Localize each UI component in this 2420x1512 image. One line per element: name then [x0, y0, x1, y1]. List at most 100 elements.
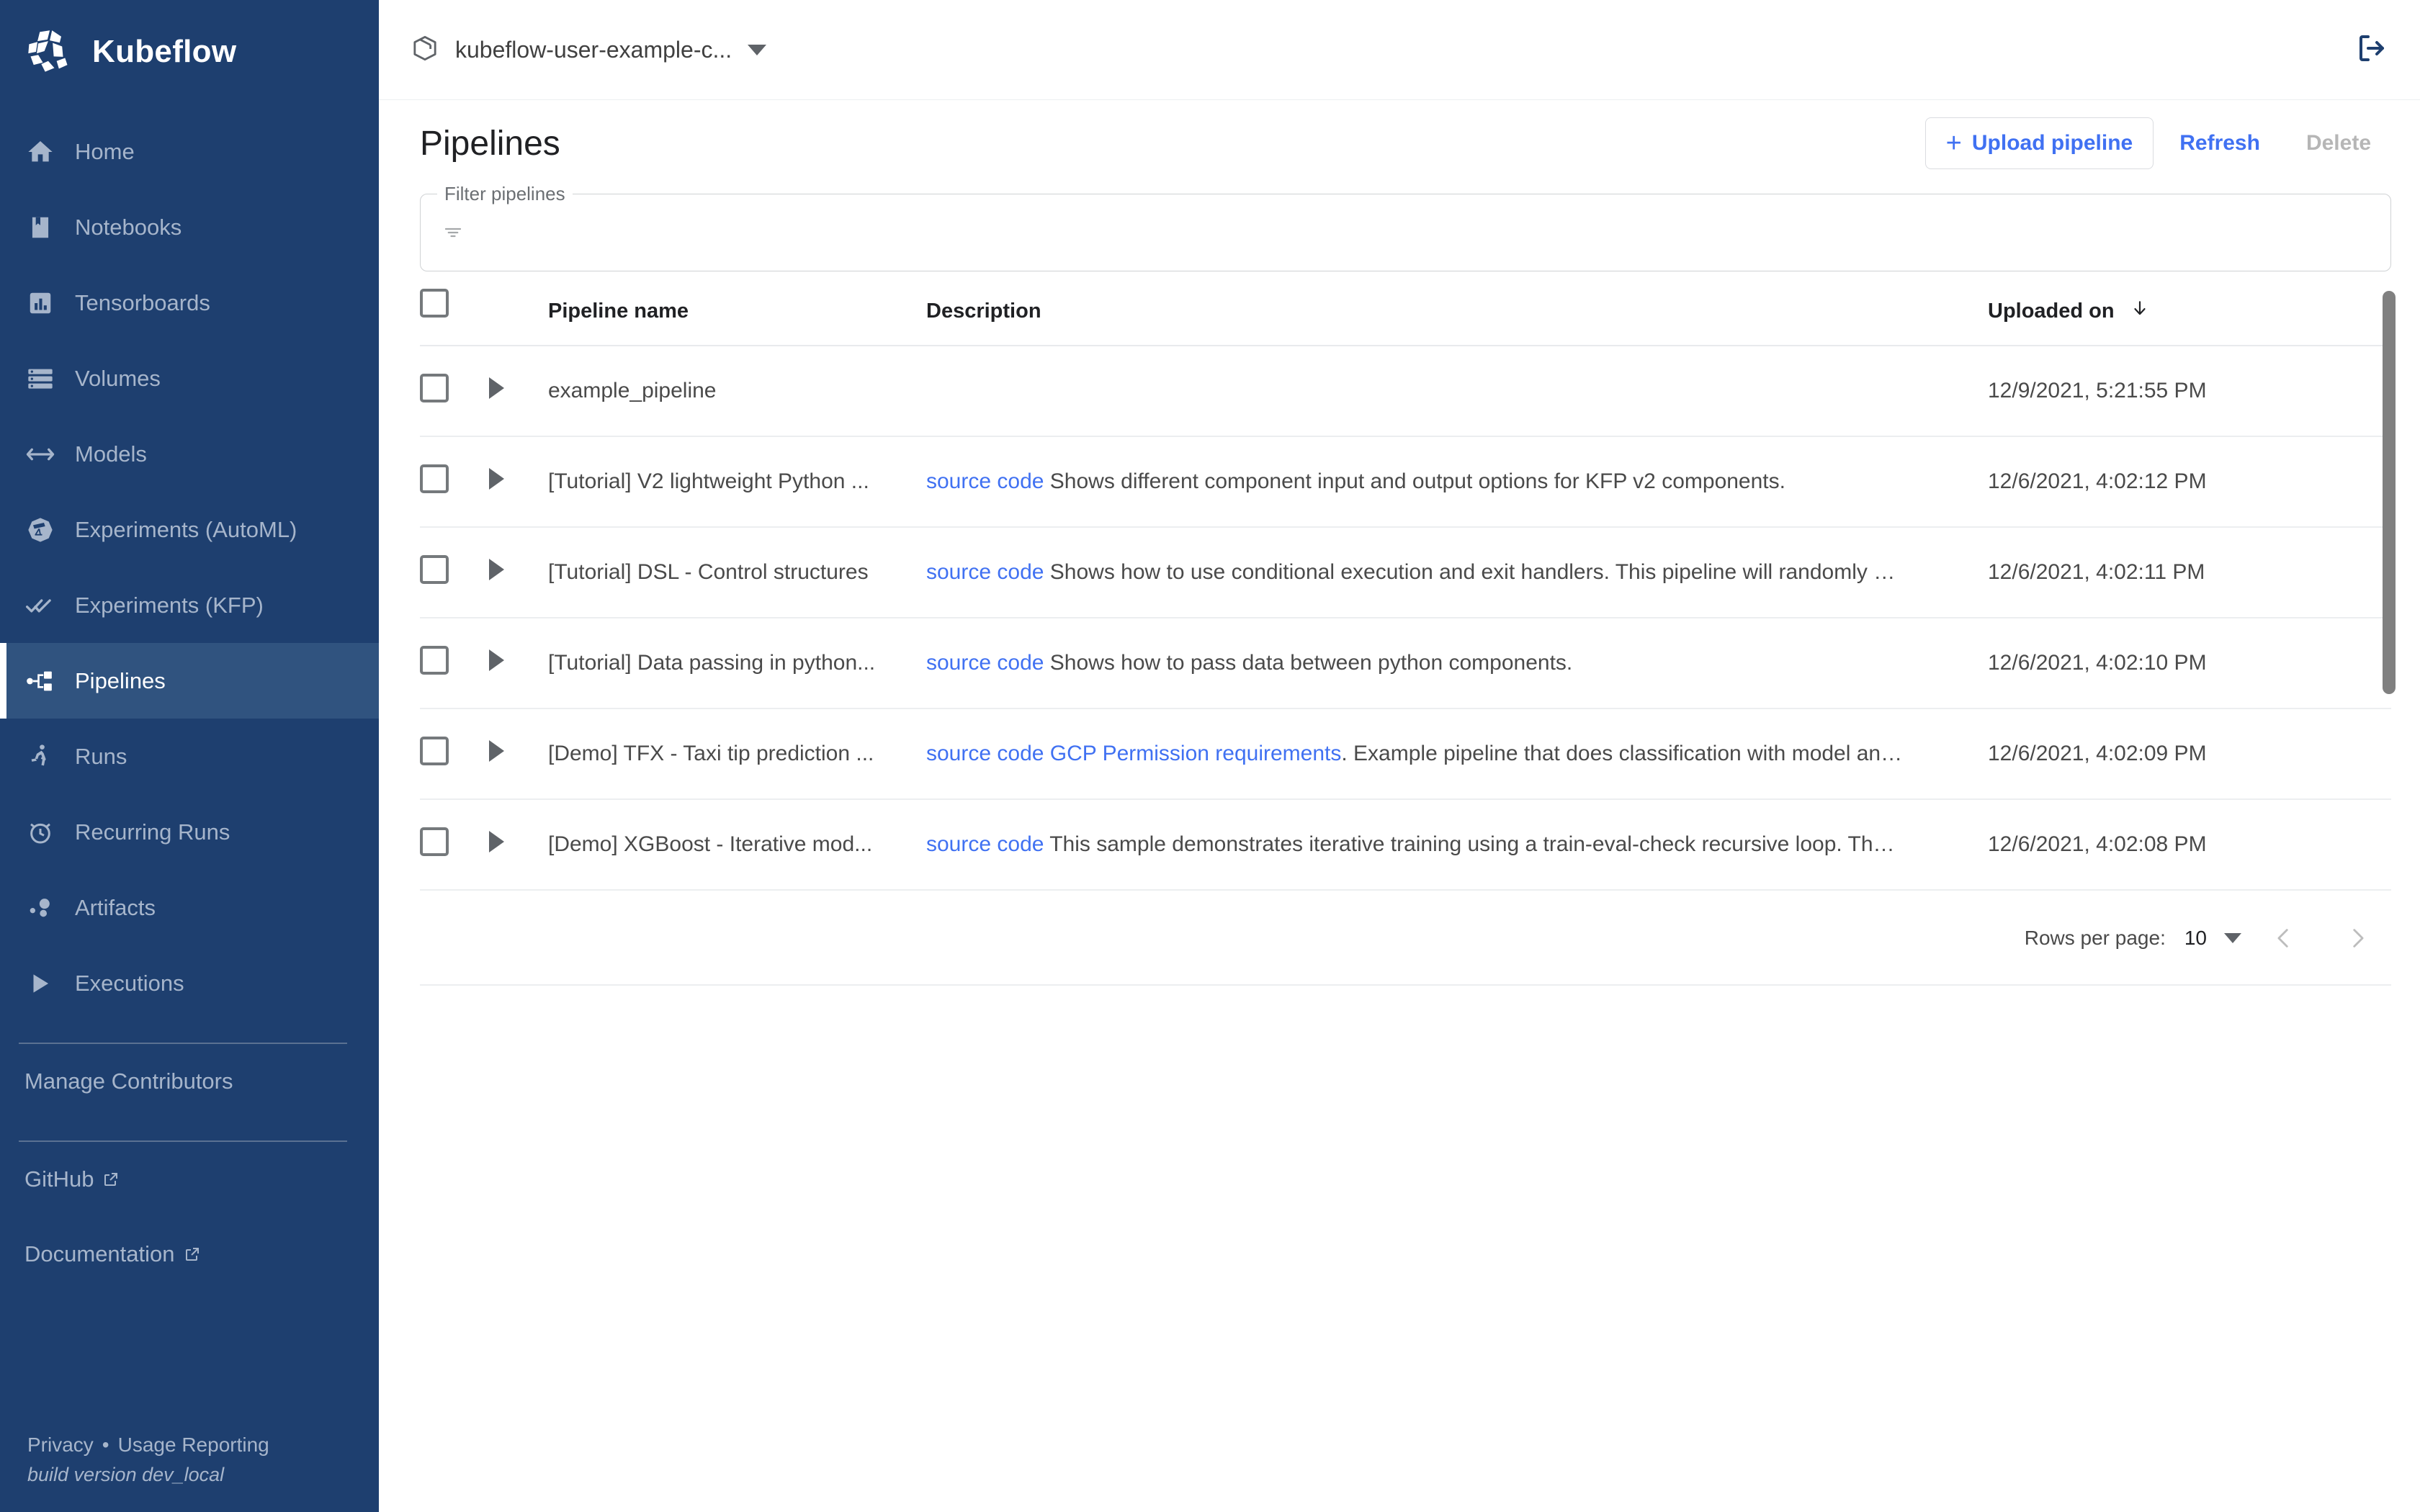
- expand-row-icon[interactable]: [489, 377, 504, 399]
- sidebar-item-notebooks[interactable]: Notebooks: [0, 189, 379, 265]
- sidebar-item-models[interactable]: Models: [0, 416, 379, 492]
- pipeline-name-cell[interactable]: example_pipeline: [548, 346, 926, 437]
- upload-pipeline-button[interactable]: + Upload pipeline: [1924, 117, 2154, 169]
- expand-row-icon[interactable]: [489, 831, 504, 852]
- artifacts-icon: [24, 892, 56, 924]
- sidebar-item-artifacts[interactable]: Artifacts: [0, 870, 379, 945]
- sidebar-item-label: Notebooks: [75, 214, 182, 240]
- chevron-down-icon[interactable]: [2224, 933, 2241, 943]
- source-code-link[interactable]: source code: [926, 560, 1044, 584]
- sidebar-item-executions[interactable]: Executions: [0, 945, 379, 1021]
- sidebar-item-documentation[interactable]: Documentation: [0, 1217, 379, 1292]
- sidebar-item-pipelines[interactable]: Pipelines: [0, 643, 379, 719]
- table-scrollbar[interactable]: [2383, 291, 2396, 694]
- sidebar-item-github[interactable]: GitHub: [0, 1142, 379, 1217]
- sidebar-item-volumes[interactable]: Volumes: [0, 341, 379, 416]
- filter-box[interactable]: [420, 194, 2391, 271]
- expand-row-icon[interactable]: [489, 649, 504, 671]
- pipelines-table: Pipeline name Description Uploaded on ex…: [420, 289, 2391, 891]
- source-code-link[interactable]: source code: [926, 651, 1044, 675]
- sidebar-item-experiments-automl[interactable]: Experiments (AutoML): [0, 492, 379, 567]
- next-page-button: [2326, 917, 2388, 960]
- usage-reporting-link[interactable]: Usage Reporting: [118, 1434, 269, 1456]
- sidebar-item-runs[interactable]: Runs: [0, 719, 379, 794]
- kubeflow-logo-icon: [24, 27, 73, 76]
- sidebar-item-manage-contributors[interactable]: Manage Contributors: [0, 1044, 379, 1119]
- pipeline-name-cell[interactable]: [Tutorial] DSL - Control structures: [548, 527, 926, 618]
- rows-per-page-value[interactable]: 10: [2184, 927, 2207, 950]
- table-row[interactable]: [Tutorial] DSL - Control structures sour…: [420, 527, 2391, 618]
- source-code-link[interactable]: source code: [926, 742, 1044, 765]
- expand-row-icon[interactable]: [489, 468, 504, 490]
- select-all-checkbox[interactable]: [420, 289, 449, 318]
- source-code-link[interactable]: source code: [926, 469, 1044, 493]
- pipeline-name-cell[interactable]: [Demo] XGBoost - Iterative mod...: [548, 799, 926, 891]
- row-expander-cell: [489, 708, 548, 800]
- table-row[interactable]: [Tutorial] Data passing in python... sou…: [420, 618, 2391, 709]
- column-uploaded-on-label: Uploaded on: [1988, 300, 2115, 323]
- sidebar-item-label: Manage Contributors: [24, 1068, 233, 1094]
- sidebar-item-label: Artifacts: [75, 894, 156, 920]
- pagination: Rows per page: 10: [420, 891, 2391, 986]
- sidebar-item-home[interactable]: Home: [0, 114, 379, 189]
- uploaded-on-cell: 12/6/2021, 4:02:11 PM: [1988, 527, 2391, 618]
- row-checkbox[interactable]: [420, 374, 449, 402]
- sidebar-item-label: Volumes: [75, 365, 161, 391]
- expand-row-icon[interactable]: [489, 740, 504, 762]
- external-link-icon: [184, 1246, 201, 1263]
- privacy-link[interactable]: Privacy: [27, 1434, 94, 1456]
- table-row[interactable]: example_pipeline 12/9/2021, 5:21:55 PM: [420, 346, 2391, 437]
- pipeline-name-cell[interactable]: [Tutorial] V2 lightweight Python ...: [548, 436, 926, 528]
- brand[interactable]: Kubeflow: [0, 0, 379, 101]
- column-pipeline-name[interactable]: Pipeline name: [548, 289, 926, 346]
- description-text: Shows how to use conditional execution a…: [1044, 560, 1896, 584]
- row-checkbox[interactable]: [420, 464, 449, 493]
- row-select-cell: [420, 527, 489, 618]
- column-uploaded-on[interactable]: Uploaded on: [1988, 289, 2391, 346]
- sidebar-item-label: Pipelines: [75, 667, 166, 693]
- description-cell: source code GCP Permission requirements.…: [926, 708, 1988, 800]
- filter-pipelines-field[interactable]: Filter pipelines: [420, 183, 2391, 271]
- row-checkbox[interactable]: [420, 646, 449, 675]
- logout-icon: [2355, 35, 2390, 68]
- play-triangle-icon: [24, 968, 56, 999]
- logout-button[interactable]: [2355, 31, 2390, 69]
- table-row[interactable]: [Demo] XGBoost - Iterative mod... source…: [420, 799, 2391, 891]
- notebook-icon: [24, 212, 56, 243]
- app-root: Kubeflow Home Notebooks Tensorboards Vol…: [0, 0, 2420, 1512]
- source-code-link[interactable]: source code: [926, 832, 1044, 856]
- uploaded-on-cell: 12/6/2021, 4:02:10 PM: [1988, 618, 2391, 709]
- home-icon: [24, 136, 56, 168]
- page-title: Pipelines: [420, 124, 560, 163]
- pipeline-name-cell[interactable]: [Demo] TFX - Taxi tip prediction ...: [548, 708, 926, 800]
- gcp-permission-requirements-link[interactable]: GCP Permission requirements: [1050, 742, 1342, 765]
- table-row[interactable]: [Tutorial] V2 lightweight Python ... sou…: [420, 436, 2391, 528]
- runner-icon: [24, 741, 56, 773]
- row-select-cell: [420, 346, 489, 437]
- namespace-selector[interactable]: kubeflow-user-example-c...: [411, 34, 767, 66]
- sidebar-item-tensorboards[interactable]: Tensorboards: [0, 265, 379, 341]
- chevron-right-icon: [2345, 926, 2370, 950]
- pipeline-name-cell[interactable]: [Tutorial] Data passing in python...: [548, 618, 926, 709]
- filter-legend: Filter pipelines: [437, 183, 573, 205]
- uploaded-on-cell: 12/9/2021, 5:21:55 PM: [1988, 346, 2391, 437]
- column-description[interactable]: Description: [926, 289, 1988, 346]
- sidebar-footer-links: Privacy • Usage Reporting: [27, 1434, 379, 1457]
- table-row[interactable]: [Demo] TFX - Taxi tip prediction ... sou…: [420, 708, 2391, 800]
- expander-header: [489, 289, 548, 346]
- code-arrows-icon: [24, 438, 56, 470]
- refresh-button[interactable]: Refresh: [2159, 117, 2280, 169]
- sidebar-item-recurring-runs[interactable]: Recurring Runs: [0, 794, 379, 870]
- row-select-cell: [420, 618, 489, 709]
- sidebar-item-label: Experiments (AutoML): [75, 516, 297, 542]
- sidebar-item-experiments-kfp[interactable]: Experiments (KFP): [0, 567, 379, 643]
- previous-page-button: [2253, 917, 2315, 960]
- row-checkbox[interactable]: [420, 737, 449, 765]
- row-expander-cell: [489, 799, 548, 891]
- row-checkbox[interactable]: [420, 555, 449, 584]
- sidebar-item-label: Documentation: [24, 1241, 175, 1266]
- description-text: Shows how to pass data between python co…: [1044, 651, 1573, 675]
- expand-row-icon[interactable]: [489, 559, 504, 580]
- description-text: . Example pipeline that does classificat…: [1341, 742, 1903, 765]
- row-checkbox[interactable]: [420, 827, 449, 856]
